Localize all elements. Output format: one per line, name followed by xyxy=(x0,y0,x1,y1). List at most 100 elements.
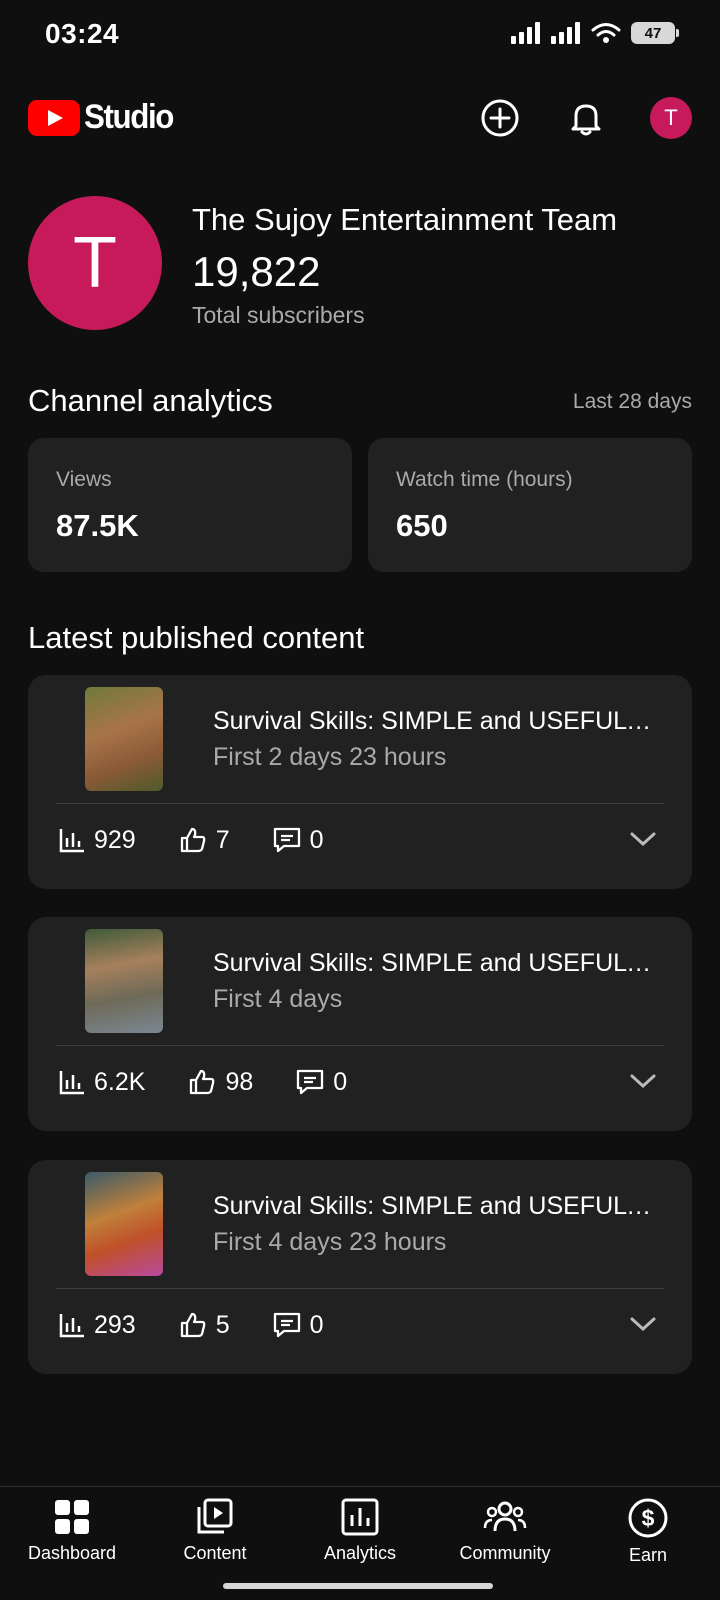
video-thumbnail[interactable] xyxy=(85,687,163,791)
views-count: 293 xyxy=(94,1310,136,1339)
analytics-range: Last 28 days xyxy=(572,390,692,413)
views-card[interactable]: Views 87.5K xyxy=(28,438,352,572)
video-thumbnail[interactable] xyxy=(85,929,163,1033)
channel-name: The Sujoy Entertainment Team xyxy=(192,202,618,237)
video-metrics: 929 7 0 xyxy=(58,825,366,855)
likes-count: 7 xyxy=(215,825,230,854)
nav-label: Community xyxy=(459,1543,551,1563)
comments-metric: 0 xyxy=(272,1310,324,1340)
video-thumbnail[interactable] xyxy=(85,1172,163,1276)
signal-icon-2 xyxy=(551,22,580,44)
video-metrics: 293 5 0 xyxy=(58,1310,366,1340)
comments-count: 0 xyxy=(333,1067,348,1096)
expand-button[interactable] xyxy=(628,829,658,854)
card-divider xyxy=(56,1045,664,1046)
views-value: 87.5K xyxy=(56,508,139,543)
card-divider xyxy=(56,803,664,804)
bar-chart-icon xyxy=(59,1071,84,1095)
app-header: Studio T xyxy=(28,90,692,150)
watch-time-label: Watch time (hours) xyxy=(396,468,573,491)
status-bar: 03:24 47 xyxy=(0,0,720,72)
likes-count: 98 xyxy=(225,1067,254,1096)
views-count: 6.2K xyxy=(94,1067,146,1096)
views-count: 929 xyxy=(94,825,136,854)
views-label: Views xyxy=(56,468,112,491)
nav-label: Analytics xyxy=(323,1543,397,1563)
community-icon xyxy=(483,1501,527,1532)
likes-count: 5 xyxy=(215,1310,230,1339)
views-metric: 6.2K xyxy=(58,1068,145,1097)
video-period: First 2 days 23 hours xyxy=(213,743,447,771)
video-title: Survival Skills: SIMPLE and USEFUL … xyxy=(213,707,658,735)
youtube-studio-dashboard: 03:24 47 Studio T T The Sujoy Entertainm… xyxy=(0,0,720,1600)
latest-content-title: Latest published content xyxy=(28,620,365,655)
dashboard-icon xyxy=(55,1500,89,1534)
video-period: First 4 days xyxy=(213,985,343,1013)
content-card[interactable]: Survival Skills: SIMPLE and USEFUL … Fir… xyxy=(28,917,692,1131)
analytics-icon xyxy=(341,1498,379,1536)
battery-icon: 47 xyxy=(631,22,679,44)
subscriber-label: Total subscribers xyxy=(192,302,365,328)
likes-metric: 98 xyxy=(187,1067,253,1097)
create-button[interactable] xyxy=(478,96,522,140)
channel-analytics-title: Channel analytics xyxy=(28,383,273,418)
account-avatar[interactable]: T xyxy=(650,97,692,139)
thumbs-up-icon xyxy=(180,827,206,853)
channel-info: The Sujoy Entertainment Team 19,822 Tota… xyxy=(192,202,617,329)
thumbs-up-icon xyxy=(180,1312,206,1338)
studio-logo[interactable]: Studio xyxy=(28,98,181,137)
content-card[interactable]: Survival Skills: SIMPLE and USEFUL … Fir… xyxy=(28,1160,692,1374)
expand-button[interactable] xyxy=(628,1071,658,1096)
nav-content[interactable]: Content xyxy=(145,1497,285,1564)
wifi-icon xyxy=(591,23,621,43)
likes-metric: 7 xyxy=(178,825,230,855)
home-indicator[interactable] xyxy=(223,1583,493,1589)
likes-metric: 5 xyxy=(178,1310,230,1340)
channel-avatar-letter: T xyxy=(73,223,117,303)
account-avatar-letter: T xyxy=(664,105,678,130)
content-icon xyxy=(197,1498,233,1534)
video-title: Survival Skills: SIMPLE and USEFUL … xyxy=(213,949,658,977)
channel-header: T The Sujoy Entertainment Team 19,822 To… xyxy=(28,196,692,336)
comment-icon xyxy=(297,1069,324,1095)
signal-icon xyxy=(511,22,540,44)
video-metrics: 6.2K 98 0 xyxy=(58,1067,389,1097)
card-divider xyxy=(56,1288,664,1289)
thumbs-up-icon xyxy=(190,1069,215,1095)
nav-community[interactable]: Community xyxy=(435,1497,575,1564)
expand-button[interactable] xyxy=(628,1314,658,1339)
status-time: 03:24 xyxy=(45,18,120,49)
nav-label: Dashboard xyxy=(27,1543,117,1563)
earn-icon: $ xyxy=(628,1498,668,1538)
nav-analytics[interactable]: Analytics xyxy=(290,1497,430,1564)
status-icons: 47 xyxy=(511,22,679,44)
video-period: First 4 days 23 hours xyxy=(213,1228,447,1256)
notifications-button[interactable] xyxy=(564,96,608,140)
views-metric: 929 xyxy=(58,826,136,855)
watch-time-value: 650 xyxy=(396,508,448,543)
content-card[interactable]: Survival Skills: SIMPLE and USEFUL … Fir… xyxy=(28,675,692,889)
comments-count: 0 xyxy=(309,825,324,854)
comment-icon xyxy=(273,1312,300,1338)
bar-chart-icon xyxy=(59,829,84,853)
comment-icon xyxy=(273,827,300,853)
nav-dashboard[interactable]: Dashboard xyxy=(2,1497,142,1564)
header-actions: T xyxy=(478,96,692,140)
chevron-down-icon xyxy=(630,1074,656,1089)
nav-earn[interactable]: $ Earn xyxy=(578,1497,718,1566)
youtube-logo-icon xyxy=(28,99,80,136)
svg-text:$: $ xyxy=(642,1505,655,1531)
chevron-down-icon xyxy=(630,832,656,847)
nav-label: Earn xyxy=(628,1545,668,1565)
comments-count: 0 xyxy=(309,1310,324,1339)
watch-time-card[interactable]: Watch time (hours) 650 xyxy=(368,438,692,572)
subscriber-count: 19,822 xyxy=(192,248,321,295)
channel-avatar[interactable]: T xyxy=(28,196,162,330)
bar-chart-icon xyxy=(59,1314,84,1338)
bell-icon xyxy=(571,104,601,136)
battery-level: 47 xyxy=(644,24,662,42)
nav-label: Content xyxy=(183,1543,247,1563)
comments-metric: 0 xyxy=(272,825,324,855)
video-title: Survival Skills: SIMPLE and USEFUL … xyxy=(213,1192,658,1220)
logo-text: Studio xyxy=(84,98,174,136)
